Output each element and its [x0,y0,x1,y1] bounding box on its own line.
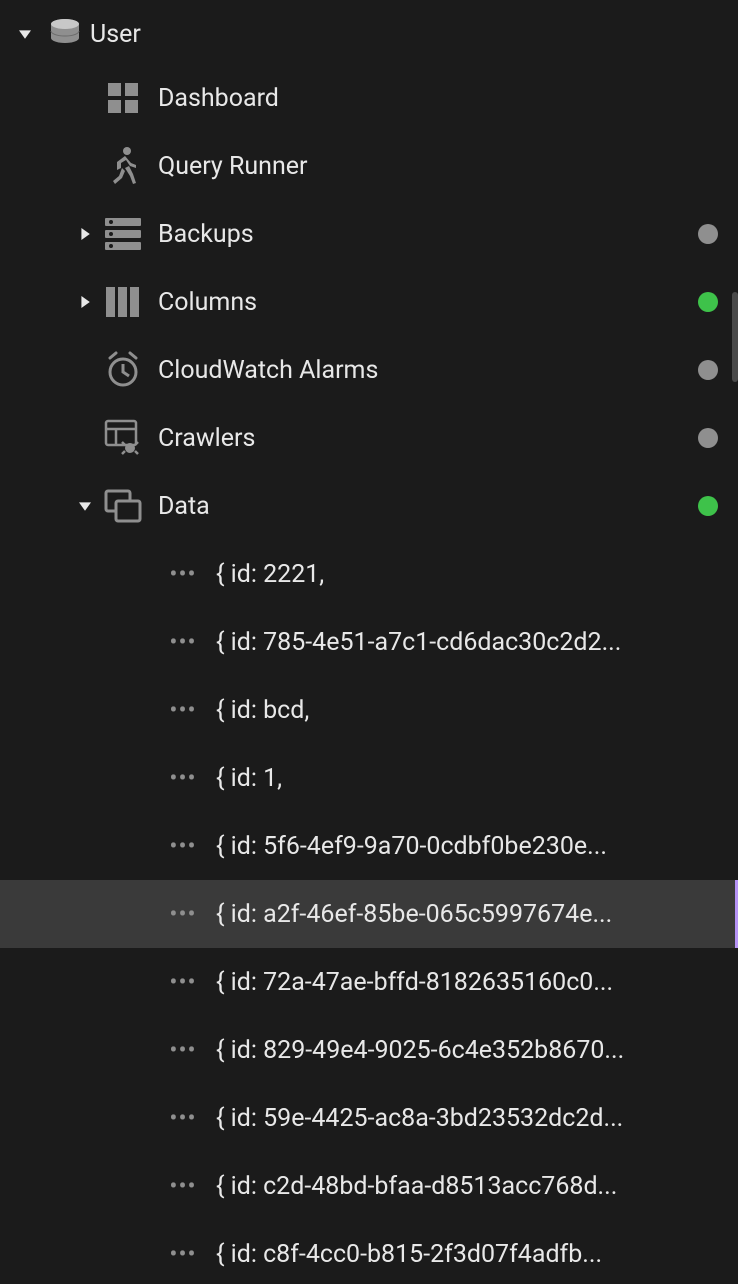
data-item[interactable]: ••• { id: 72a-47ae-bffd-8182635160c0... [0,948,738,1016]
status-dot [698,224,718,244]
status-dot [698,428,718,448]
data-item-label: { id: 72a-47ae-bffd-8182635160c0... [216,968,613,997]
tree-item-dashboard[interactable]: Dashboard [0,64,738,132]
data-item-label: { id: 829-49e4-9025-6c4e352b8670... [216,1036,624,1065]
ellipsis-icon: ••• [160,1172,206,1200]
data-item-label: { id: 59e-4425-ac8a-3bd23532dc2d... [216,1104,623,1133]
status-dot [698,360,718,380]
crawlers-icon [100,418,146,458]
dashboard-icon [100,81,146,115]
tree-item-label: Backups [158,220,686,249]
data-item[interactable]: ••• { id: 829-49e4-9025-6c4e352b8670... [0,1016,738,1084]
chevron-down-icon[interactable] [10,26,40,42]
tree-item-data[interactable]: Data [0,472,738,540]
tree-root-user[interactable]: User [0,4,738,64]
ellipsis-icon: ••• [160,560,206,588]
columns-icon [100,287,146,317]
data-item-label: { id: c2d-48bd-bfaa-d8513acc768d... [216,1172,617,1201]
chevron-down-icon[interactable] [70,498,100,514]
tree-item-cloudwatch-alarms[interactable]: CloudWatch Alarms [0,336,738,404]
tree-item-label: Columns [158,288,686,317]
tree-item-query-runner[interactable]: Query Runner [0,132,738,200]
ellipsis-icon: ••• [160,900,206,928]
data-item-label: { id: 785-4e51-a7c1-cd6dac30c2d2... [216,628,621,657]
data-item[interactable]: ••• { id: 785-4e51-a7c1-cd6dac30c2d2... [0,608,738,676]
tree-item-label: Query Runner [158,152,718,181]
data-item[interactable]: ••• { id: bcd, [0,676,738,744]
ellipsis-icon: ••• [160,628,206,656]
ellipsis-icon: ••• [160,1104,206,1132]
database-icon [40,16,90,52]
ellipsis-icon: ••• [160,968,206,996]
data-item-label: { id: 1, [216,764,282,793]
ellipsis-icon: ••• [160,1036,206,1064]
data-item-label: { id: bcd, [216,696,309,725]
data-item[interactable]: ••• { id: c2d-48bd-bfaa-d8513acc768d... [0,1152,738,1220]
data-item-label: { id: c8f-4cc0-b815-2f3d07f4adfb... [216,1240,602,1269]
alarm-icon [100,350,146,390]
data-icon [100,489,146,523]
data-item[interactable]: ••• { id: 1, [0,744,738,812]
status-dot [698,292,718,312]
data-item[interactable]: ••• { id: 5f6-4ef9-9a70-0cdbf0be230e... [0,812,738,880]
status-dot [698,496,718,516]
data-item[interactable]: ••• { id: 59e-4425-ac8a-3bd23532dc2d... [0,1084,738,1152]
scrollbar-thumb[interactable] [732,292,738,382]
tree-item-label: Crawlers [158,424,686,453]
data-item[interactable]: ••• { id: a2f-46ef-85be-065c5997674e... [0,880,738,948]
tree-item-label: Data [158,492,686,521]
storage-icon [100,218,146,250]
ellipsis-icon: ••• [160,832,206,860]
tree-root-label: User [90,20,718,49]
data-item-label: { id: 5f6-4ef9-9a70-0cdbf0be230e... [216,832,607,861]
tree-item-crawlers[interactable]: Crawlers [0,404,738,472]
ellipsis-icon: ••• [160,764,206,792]
data-item-label: { id: a2f-46ef-85be-065c5997674e... [216,900,612,929]
data-item-label: { id: 2221, [216,560,324,589]
ellipsis-icon: ••• [160,696,206,724]
data-item[interactable]: ••• { id: c8f-4cc0-b815-2f3d07f4adfb... [0,1220,738,1284]
tree-view: User Dashboard Query Runner [0,0,738,1284]
tree-item-backups[interactable]: Backups [0,200,738,268]
tree-item-label: CloudWatch Alarms [158,356,686,385]
tree-item-columns[interactable]: Columns [0,268,738,336]
runner-icon [100,146,146,186]
data-item[interactable]: ••• { id: 2221, [0,540,738,608]
chevron-right-icon[interactable] [70,294,100,310]
ellipsis-icon: ••• [160,1240,206,1268]
tree-item-label: Dashboard [158,84,718,113]
chevron-right-icon[interactable] [70,226,100,242]
